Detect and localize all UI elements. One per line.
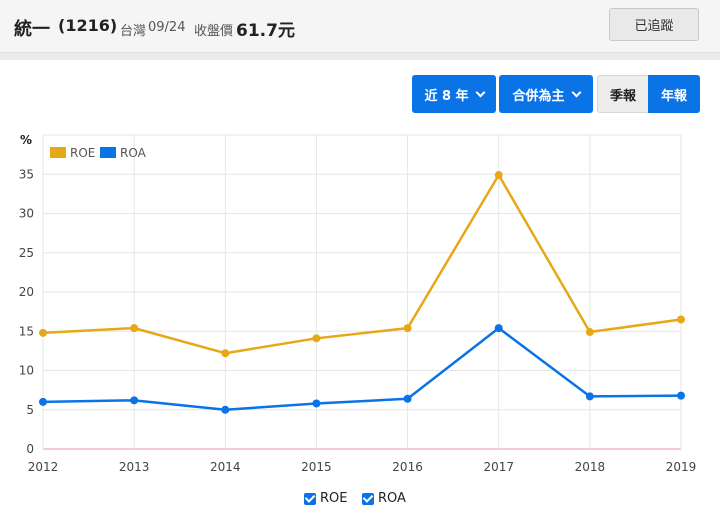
annual-button[interactable]: 年報	[648, 75, 700, 113]
consolidation-dropdown-label: 合併為主	[512, 88, 565, 104]
closing-price: 61.7元	[236, 21, 295, 41]
closing-price-label: 收盤價	[194, 24, 234, 39]
roe-toggle-label: ROE	[320, 491, 348, 506]
consolidation-dropdown[interactable]: 合併為主	[499, 75, 593, 113]
stock-code: (1216)	[58, 16, 118, 35]
stock-name: 統一	[14, 19, 50, 40]
period-dropdown[interactable]: 近 8 年	[412, 75, 496, 113]
chevron-down-icon	[571, 87, 581, 98]
chart-card	[0, 60, 720, 527]
roa-toggle-label: ROA	[378, 491, 406, 506]
roe-toggle[interactable]: ROE	[304, 491, 347, 506]
price-date: 09/24	[148, 20, 186, 35]
follow-button[interactable]: 已追蹤	[609, 8, 699, 41]
market-label: 台灣	[120, 24, 147, 39]
quarterly-button[interactable]: 季報	[597, 75, 649, 113]
period-dropdown-label: 近 8 年	[424, 88, 469, 104]
header-bar: 統一 (1216) 台灣 09/24 收盤價 61.7元 已追蹤	[0, 0, 720, 53]
chevron-down-icon	[475, 87, 485, 98]
checkbox-checked-icon	[304, 492, 316, 505]
checkbox-checked-icon	[362, 492, 374, 505]
roa-toggle[interactable]: ROA	[362, 491, 406, 506]
